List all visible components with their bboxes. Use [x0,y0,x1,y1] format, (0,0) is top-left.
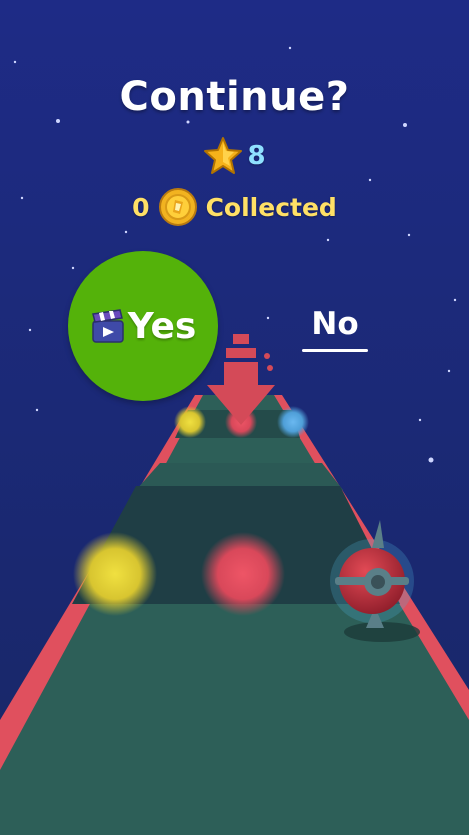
yes-button[interactable]: Yes [68,251,218,401]
stars-count: 8 [247,141,266,171]
game-screen: Continue? 8 0 Collected Yes No [0,0,469,835]
star-icon [203,136,243,176]
orb-red-near [201,532,285,616]
no-label: No [311,306,359,342]
no-button[interactable]: No [300,304,370,354]
clapperboard-icon [90,308,126,344]
orb-yellow-far [174,406,206,438]
continue-title: Continue? [119,74,350,120]
orb-yellow-near [73,532,157,616]
no-underline [302,349,368,352]
coin-icon [158,187,198,227]
coins-count: 0 [132,192,150,222]
orb-blue-far [277,406,309,438]
game-scene [0,0,469,835]
collected-label: Collected [205,192,337,222]
coins-row: 0 Collected [0,187,469,227]
yes-label: Yes [127,305,197,347]
stars-row: 8 [0,136,469,176]
